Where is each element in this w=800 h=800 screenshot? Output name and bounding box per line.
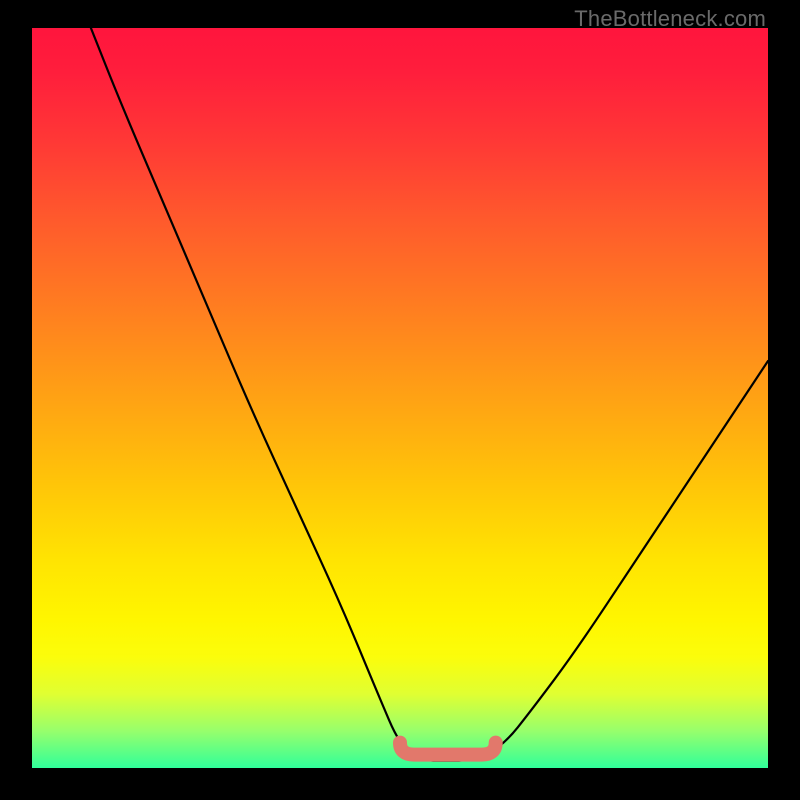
curve-svg [32,28,768,768]
plot-area [32,28,768,768]
bottleneck-curve-path [91,28,768,761]
highlight-segment [400,743,496,755]
chart-frame: TheBottleneck.com [0,0,800,800]
